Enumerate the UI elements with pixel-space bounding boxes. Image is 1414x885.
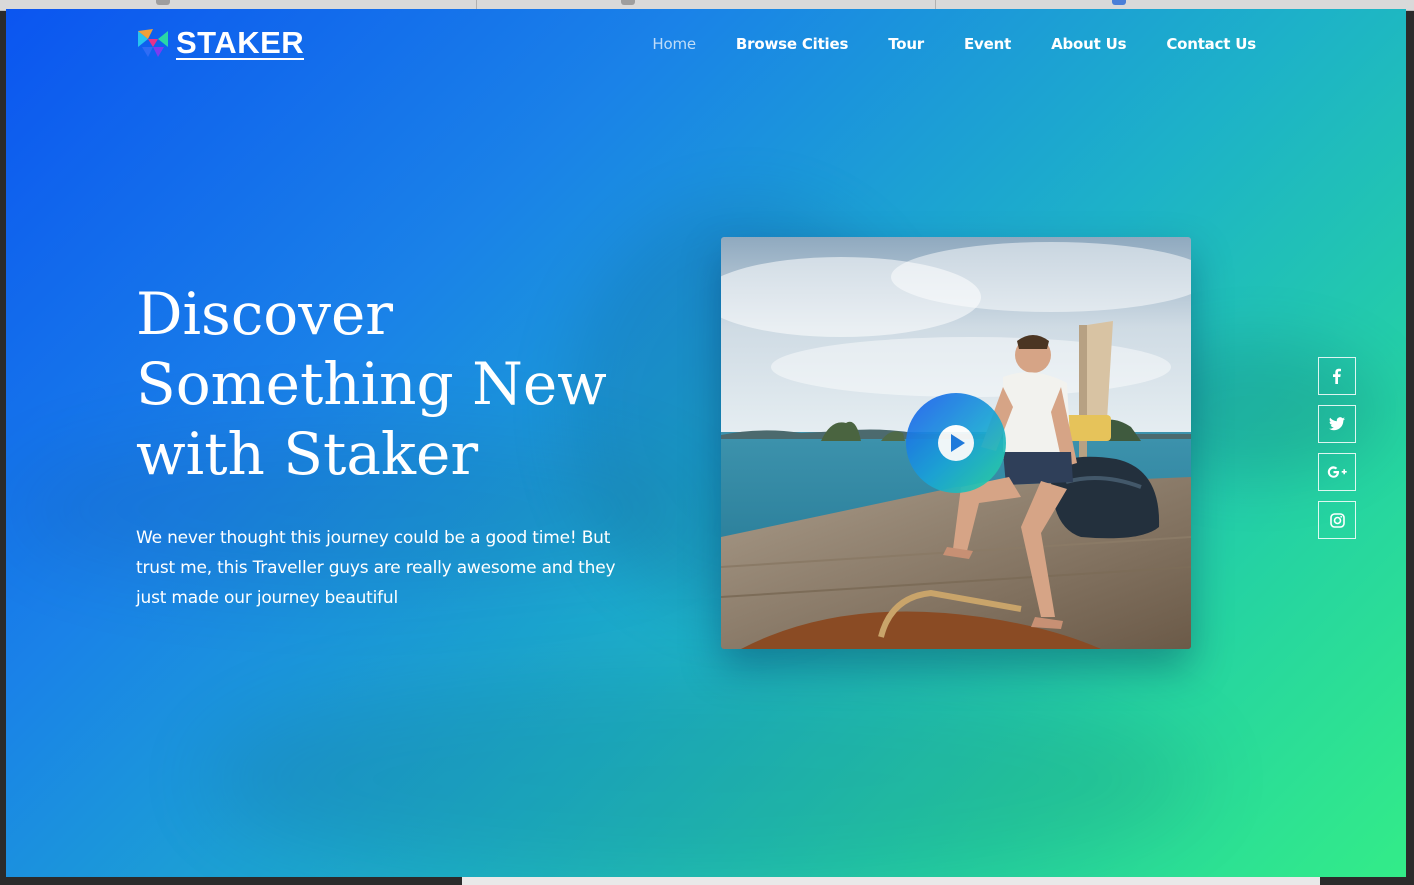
social-links <box>1318 357 1356 539</box>
instagram-icon[interactable] <box>1318 501 1356 539</box>
hero-title-line: Discover <box>136 280 394 348</box>
bottom-strip <box>462 877 1320 885</box>
logo-mark-icon <box>136 27 170 61</box>
brand-name: STAKER <box>176 25 305 60</box>
hero-title-line: with Staker <box>136 420 479 488</box>
facebook-icon[interactable] <box>1318 357 1356 395</box>
hero-title: Discover Something New with Staker <box>136 279 656 489</box>
hero-section: STAKER Home Browse Cities Tour Event Abo… <box>6 9 1406 877</box>
play-icon <box>938 425 974 461</box>
background-photo-haze <box>206 669 1206 877</box>
tab-favicon <box>156 0 170 5</box>
hero-description: We never thought this journey could be a… <box>136 528 616 608</box>
tab-favicon <box>621 0 635 5</box>
nav-browse-cities[interactable]: Browse Cities <box>736 35 848 53</box>
nav-contact-us[interactable]: Contact Us <box>1166 35 1256 53</box>
play-button[interactable] <box>906 393 1006 493</box>
nav-event[interactable]: Event <box>964 35 1011 53</box>
nav-tour[interactable]: Tour <box>888 35 924 53</box>
tab-favicon <box>1112 0 1126 5</box>
main-nav: Home Browse Cities Tour Event About Us C… <box>652 35 1256 53</box>
nav-home[interactable]: Home <box>652 35 696 53</box>
google-plus-icon[interactable] <box>1318 453 1356 491</box>
video-thumbnail[interactable] <box>721 237 1191 649</box>
logo[interactable]: STAKER <box>136 25 305 61</box>
hero-title-line: Something New <box>136 350 607 418</box>
nav-about-us[interactable]: About Us <box>1051 35 1126 53</box>
twitter-icon[interactable] <box>1318 405 1356 443</box>
